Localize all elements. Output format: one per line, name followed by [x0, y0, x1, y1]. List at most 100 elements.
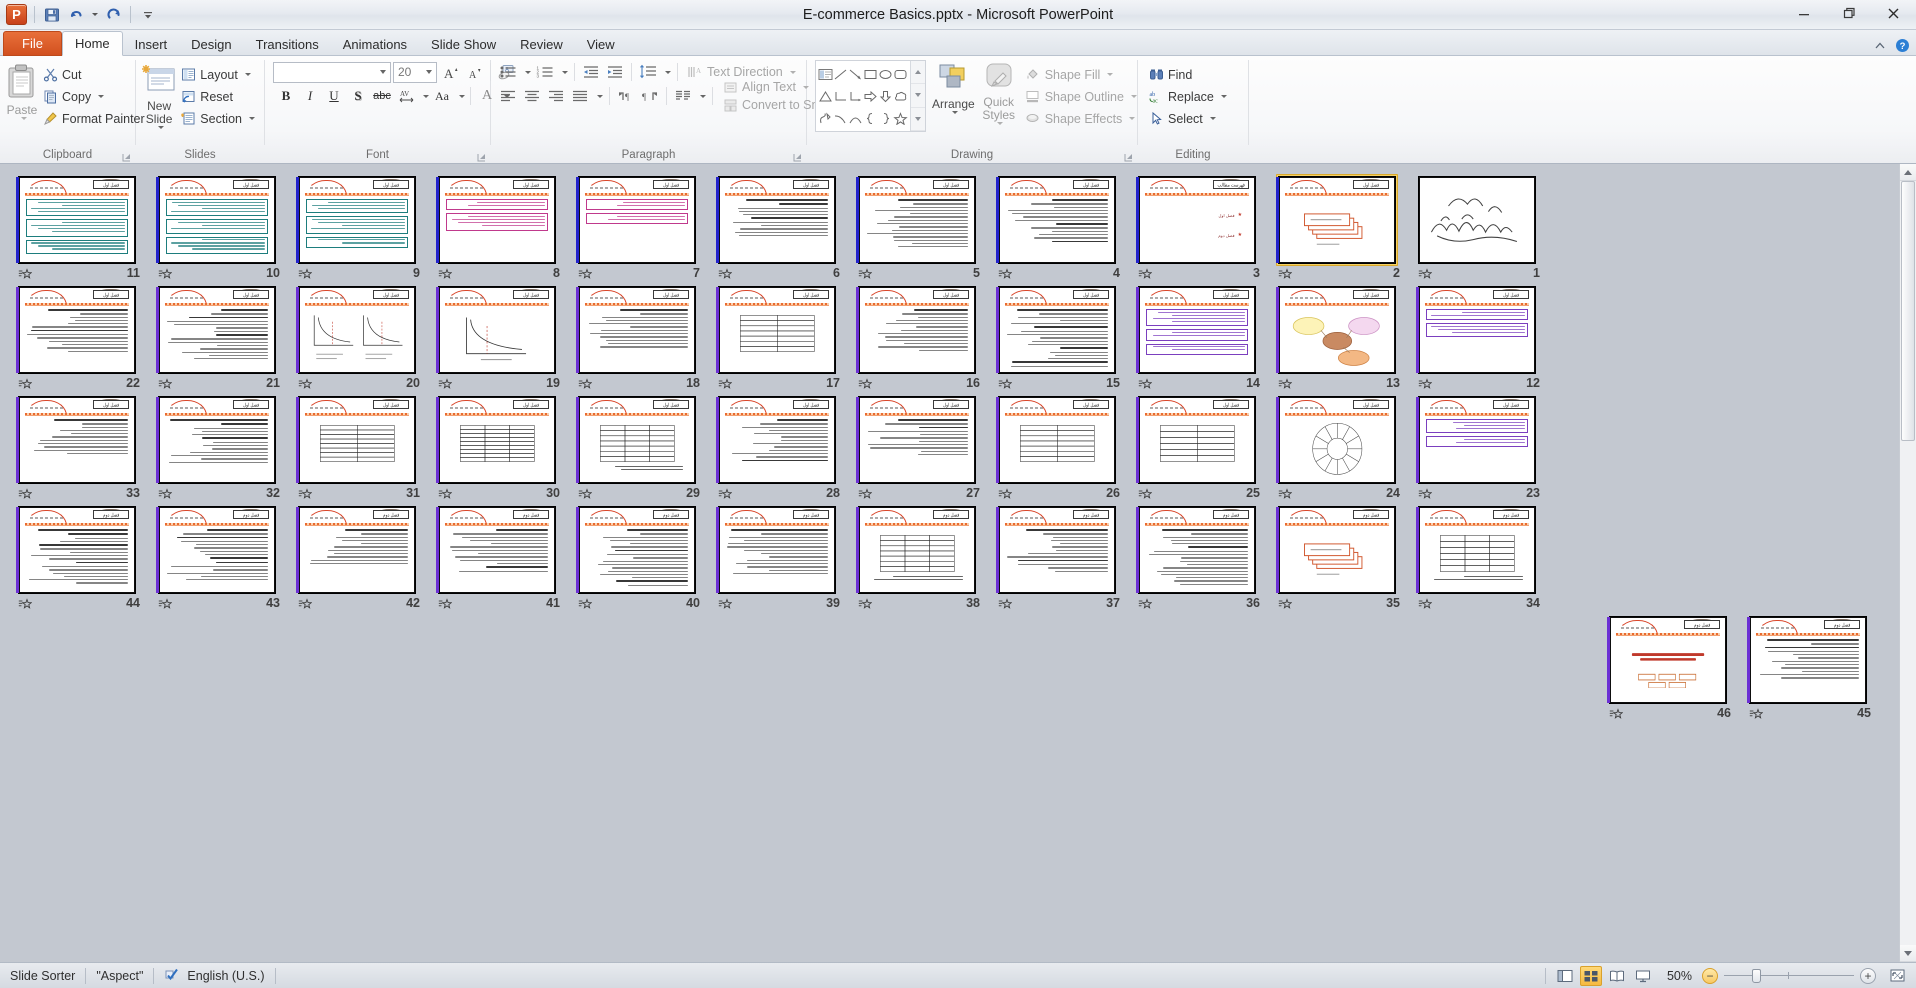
copy-button[interactable]: Copy — [40, 86, 150, 107]
slide-transition-star-icon[interactable] — [438, 488, 452, 501]
slide-thumbnail[interactable]: فصل اول — [156, 284, 278, 376]
paste-dropdown-icon[interactable] — [20, 117, 27, 120]
left-to-right-icon[interactable]: ¶ — [615, 85, 637, 107]
slide-transition-star-icon[interactable] — [158, 268, 172, 281]
increase-indent-icon[interactable] — [604, 61, 626, 83]
slide-thumbnail[interactable]: فصل دوم — [1747, 614, 1869, 706]
paragraph-dialog-launcher[interactable] — [792, 152, 803, 163]
slide-thumbnail[interactable]: فصل دوم — [1276, 504, 1398, 596]
slide-thumbnail-selected[interactable]: فصل اول — [1276, 174, 1398, 266]
select-dropdown-icon[interactable] — [1209, 117, 1216, 120]
slide-thumbnail[interactable]: فصل اول — [996, 394, 1118, 486]
slide-transition-star-icon[interactable] — [578, 488, 592, 501]
zoom-slider[interactable]: − + — [1702, 967, 1876, 984]
slide-thumbnail[interactable]: فصل اول — [576, 284, 698, 376]
undo-dropdown-icon[interactable] — [90, 5, 99, 24]
slide-thumbnail-cell[interactable]: فصل اول 18 — [570, 282, 710, 392]
shape-right-brace-icon[interactable] — [878, 107, 893, 129]
slide-thumbnail[interactable]: فصل دوم — [576, 504, 698, 596]
slide-transition-star-icon[interactable] — [1138, 488, 1152, 501]
slide-thumbnail[interactable]: فصل اول — [436, 284, 558, 376]
slide-thumbnail-cell[interactable]: فصل اول 29 — [570, 392, 710, 502]
gallery-more-icon[interactable] — [911, 108, 925, 131]
format-painter-button[interactable]: Format Painter — [40, 108, 150, 129]
slide-transition-star-icon[interactable] — [438, 598, 452, 611]
layout-button[interactable]: Layout — [178, 64, 260, 85]
slide-transition-star-icon[interactable] — [858, 488, 872, 501]
shape-fill-dropdown-icon[interactable] — [1107, 73, 1114, 76]
language-status[interactable]: English (U.S.) — [154, 966, 274, 986]
slide-thumbnail[interactable]: فهرست مطالب فصل اول ★ فصل دوم ★ — [1136, 174, 1258, 266]
shape-effects-dropdown-icon[interactable] — [1129, 117, 1136, 120]
slide-transition-star-icon[interactable] — [158, 488, 172, 501]
shape-fill-button[interactable]: Shape Fill — [1023, 64, 1142, 85]
slide-thumbnail[interactable]: فصل اول — [436, 394, 558, 486]
slide-thumbnail-cell[interactable]: فصل اول 19 — [430, 282, 570, 392]
text-direction-dropdown-icon[interactable] — [789, 70, 796, 74]
numbering-icon[interactable]: 123 — [534, 61, 556, 83]
shape-rounded-rect-icon[interactable] — [893, 63, 908, 85]
slide-transition-star-icon[interactable] — [18, 598, 32, 611]
slide-thumbnail[interactable]: فصل دوم — [1416, 504, 1538, 596]
slide-thumbnail[interactable]: فصل اول — [716, 284, 838, 376]
scroll-up-button[interactable] — [1900, 164, 1916, 181]
slide-thumbnail-cell[interactable]: فصل اول 22 — [10, 282, 150, 392]
slide-thumbnail[interactable]: فصل دوم — [1607, 614, 1729, 706]
layout-dropdown-icon[interactable] — [244, 73, 251, 76]
slide-thumbnail-cell[interactable]: فصل اول 31 — [290, 392, 430, 502]
shape-line-icon[interactable] — [833, 63, 848, 85]
fit-to-window-button[interactable] — [1886, 966, 1908, 986]
customize-qat-icon[interactable] — [138, 5, 157, 24]
drawing-dialog-launcher[interactable] — [1123, 152, 1134, 163]
slide-transition-star-icon[interactable] — [998, 488, 1012, 501]
slide-transition-star-icon[interactable] — [578, 378, 592, 391]
slide-thumbnail-cell[interactable]: فصل دوم 42 — [290, 502, 430, 612]
shape-triangle-icon[interactable] — [818, 85, 833, 107]
slide-thumbnail-cell[interactable]: فهرست مطالب فصل اول ★ فصل دوم ★ 3 — [1130, 172, 1270, 282]
grow-font-icon[interactable]: A — [439, 61, 461, 83]
new-slide-button[interactable]: New Slide — [140, 60, 178, 129]
shape-left-brace-icon[interactable] — [863, 107, 878, 129]
slide-thumbnail[interactable]: فصل اول — [716, 394, 838, 486]
shape-right-arrow-icon[interactable] — [863, 85, 878, 107]
gallery-scroll-up-icon[interactable] — [911, 61, 925, 85]
character-spacing-icon[interactable]: AV — [395, 85, 417, 107]
slide-thumbnail[interactable]: فصل اول — [1276, 394, 1398, 486]
tab-slide-show[interactable]: Slide Show — [419, 32, 508, 56]
slide-transition-star-icon[interactable] — [718, 268, 732, 281]
slide-thumbnail-cell[interactable]: فصل اول 16 — [850, 282, 990, 392]
justify-dropdown-icon[interactable] — [593, 85, 604, 107]
slide-thumbnail-cell[interactable]: فصل دوم 35 — [1270, 502, 1410, 612]
slide-transition-star-icon[interactable] — [298, 378, 312, 391]
slide-thumbnail-cell[interactable]: فصل اول 7 — [570, 172, 710, 282]
right-to-left-icon[interactable]: ¶ — [639, 85, 661, 107]
slide-thumbnail-cell[interactable]: فصل اول 11 — [10, 172, 150, 282]
slide-thumbnail[interactable] — [1416, 174, 1538, 266]
slide-transition-star-icon[interactable] — [1418, 488, 1432, 501]
zoom-in-button[interactable]: + — [1860, 967, 1876, 984]
redo-icon[interactable] — [104, 5, 123, 24]
slide-thumbnail-cell[interactable]: فصل اول 17 — [710, 282, 850, 392]
slide-thumbnail-cell[interactable]: فصل دوم 45 — [1741, 612, 1881, 722]
cut-button[interactable]: Cut — [40, 64, 150, 85]
slide-transition-star-icon[interactable] — [298, 488, 312, 501]
slide-transition-star-icon[interactable] — [1609, 708, 1623, 721]
paste-button[interactable]: Paste — [4, 60, 40, 140]
slide-thumbnail[interactable]: فصل دوم — [296, 504, 418, 596]
slide-transition-star-icon[interactable] — [1278, 268, 1292, 281]
shape-elbow-arrow-icon[interactable] — [848, 85, 863, 107]
line-spacing-dropdown-icon[interactable] — [661, 61, 672, 83]
tab-review[interactable]: Review — [508, 32, 575, 56]
slide-thumbnail-cell[interactable]: فصل دوم 44 — [10, 502, 150, 612]
slide-thumbnail[interactable]: فصل اول — [156, 174, 278, 266]
shape-freeform-icon[interactable] — [818, 107, 833, 129]
gallery-scroll-down-icon[interactable] — [911, 84, 925, 108]
slide-thumbnail-cell[interactable]: فصل اول 5 — [850, 172, 990, 282]
shape-elbow-connector-icon[interactable] — [833, 85, 848, 107]
text-shadow-button[interactable]: S — [347, 85, 369, 107]
slide-thumbnail[interactable]: فصل اول — [296, 394, 418, 486]
slide-thumbnail[interactable]: فصل اول — [996, 284, 1118, 376]
tab-file[interactable]: File — [3, 31, 62, 56]
tab-animations[interactable]: Animations — [331, 32, 419, 56]
slide-thumbnail[interactable]: فصل دوم — [16, 504, 138, 596]
